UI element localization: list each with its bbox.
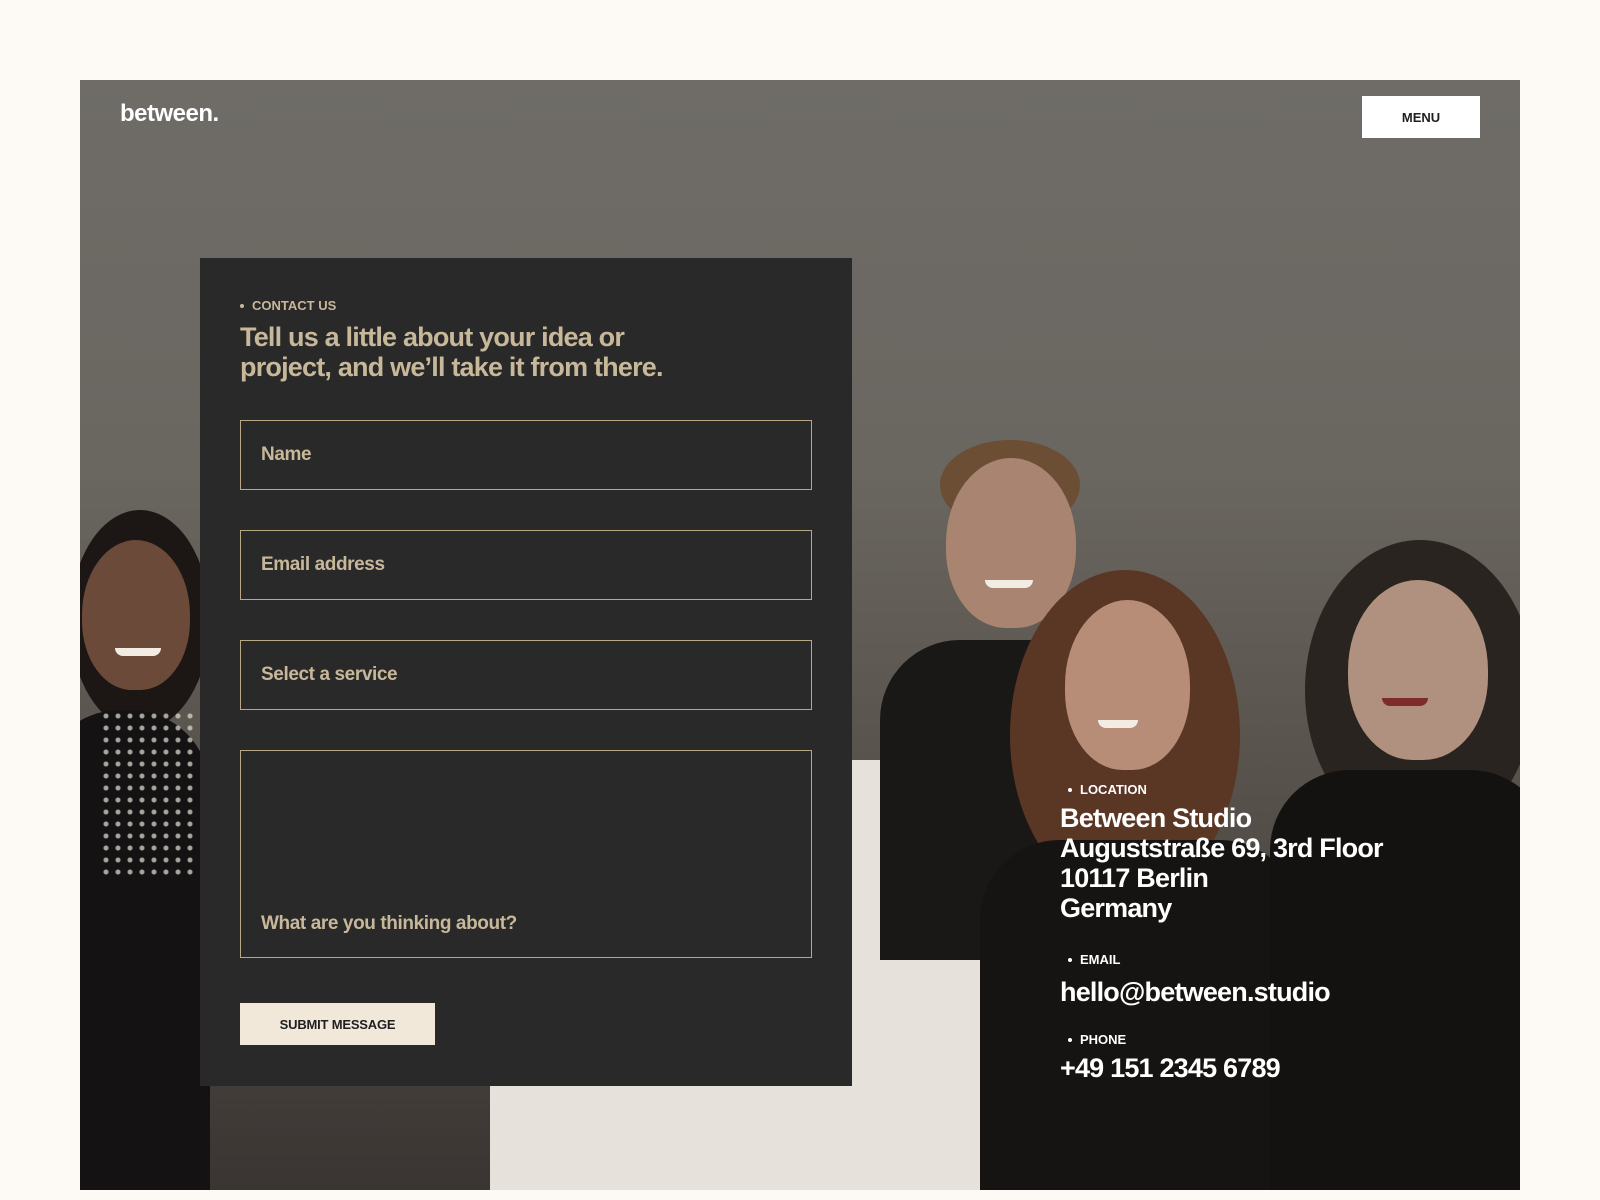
bullet-icon [1068, 957, 1072, 962]
address: Between Studio Auguststraße 69, 3rd Floo… [1060, 803, 1384, 923]
email-block: EMAIL hello@between.studio [1060, 952, 1331, 1007]
name-placeholder: Name [261, 444, 312, 465]
eyebrow-label: CONTACT US [252, 298, 337, 313]
phone-link[interactable]: +49 151 2345 6789 [1060, 1053, 1281, 1083]
email-link[interactable]: hello@between.studio [1060, 977, 1331, 1007]
bullet-icon [240, 303, 244, 308]
submit-message-button[interactable]: SUBMIT MESSAGE [240, 1003, 435, 1045]
message-textarea[interactable]: What are you thinking about? [240, 750, 812, 958]
message-placeholder: What are you thinking about? [261, 913, 517, 934]
name-input[interactable]: Name [240, 420, 812, 490]
hero-section: between. MENU CONTACT US Tell us a littl… [80, 80, 1520, 1190]
bullet-icon [1068, 787, 1072, 792]
bullet-icon [1068, 1037, 1072, 1042]
email-label: EMAIL [1080, 952, 1121, 967]
location-label: LOCATION [1080, 782, 1147, 797]
menu-button[interactable]: MENU [1362, 96, 1480, 138]
email-input[interactable]: Email address [240, 530, 812, 600]
address-line: Auguststraße 69, 3rd Floor [1060, 833, 1384, 863]
location-block: LOCATION Between Studio Auguststraße 69,… [1060, 782, 1384, 923]
phone-block: PHONE +49 151 2345 6789 [1060, 1032, 1281, 1083]
brand-logo[interactable]: between. [120, 100, 219, 128]
address-line: 10117 Berlin [1060, 863, 1209, 893]
contact-headline: Tell us a little about your idea or proj… [240, 322, 664, 382]
address-line: Between Studio [1060, 803, 1252, 833]
service-placeholder: Select a service [261, 664, 398, 685]
contact-form-card: CONTACT US Tell us a little about your i… [200, 258, 852, 1086]
contact-eyebrow: CONTACT US [240, 298, 336, 313]
address-line: Germany [1060, 893, 1172, 923]
phone-label: PHONE [1080, 1032, 1127, 1047]
service-select[interactable]: Select a service [240, 640, 812, 710]
email-placeholder: Email address [261, 554, 385, 575]
